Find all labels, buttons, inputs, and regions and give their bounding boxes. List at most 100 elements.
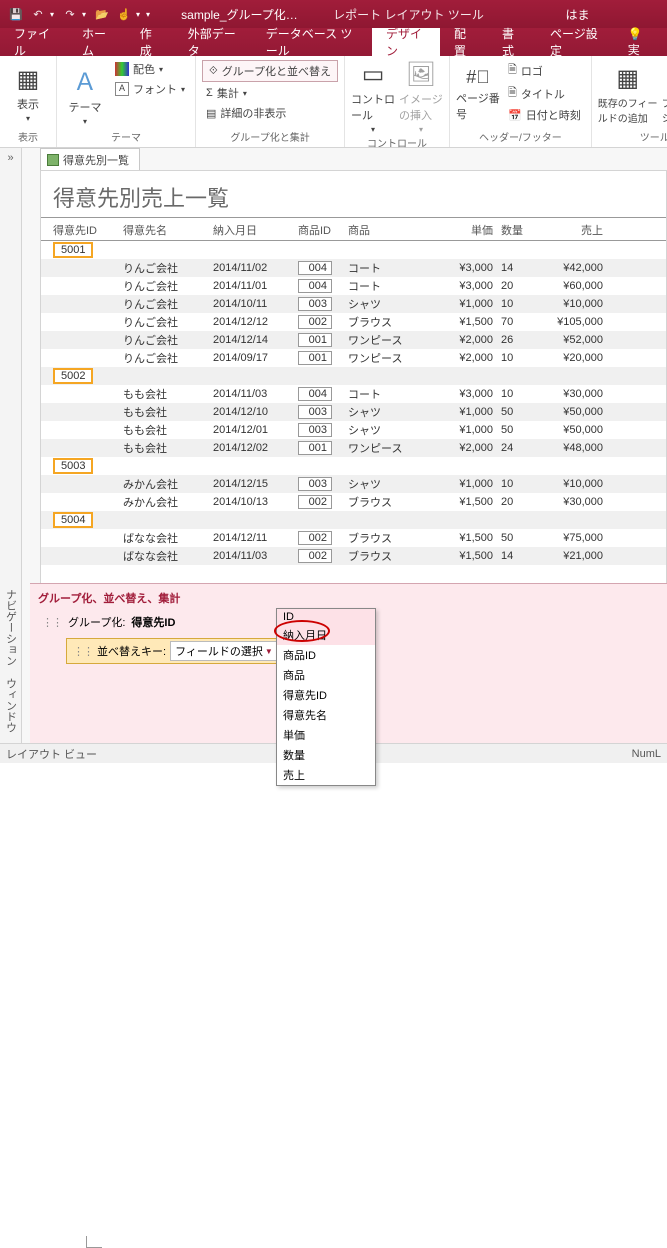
table-row[interactable]: ばなな会社2014/11/03002ブラウス¥1,50014¥21,000 xyxy=(41,547,666,565)
table-row[interactable]: みかん会社2014/12/15003シャツ¥1,00010¥10,000 xyxy=(41,475,666,493)
redo-dd-icon[interactable]: ▾ xyxy=(82,10,90,19)
col-header: 納入月日 xyxy=(213,222,298,238)
table-row[interactable]: りんご会社2014/10/11003シャツ¥1,00010¥10,000 xyxy=(41,295,666,313)
group-themes: Ａテーマ▾ 配色▾ Aフォント▾ テーマ xyxy=(57,56,196,147)
image-icon: 🖼 xyxy=(406,60,436,89)
document-tab[interactable]: 得意先別一覧 xyxy=(40,148,140,171)
table-row[interactable]: りんご会社2014/12/14001ワンピース¥2,00026¥52,000 xyxy=(41,331,666,349)
tab-ページ設定[interactable]: ページ設定 xyxy=(536,28,614,56)
totals-button[interactable]: Σ集計▾ xyxy=(202,84,338,102)
date-time-button[interactable]: 📅日付と時刻 xyxy=(504,106,585,124)
nav-pane-title: ナビゲーション ウィンドウ xyxy=(3,589,19,733)
sort-panel-title: グループ化、並べ替え、集計 xyxy=(34,588,663,608)
tab-書式[interactable]: 書式 xyxy=(488,28,536,56)
colors-icon xyxy=(115,62,129,76)
group-header-row[interactable]: 5004 xyxy=(41,511,666,529)
group-header-footer: #⃣ページ番号 🗎ロゴ 🗎タイトル 📅日付と時刻 ヘッダー/フッター xyxy=(450,56,592,147)
undo-dd-icon[interactable]: ▾ xyxy=(50,10,58,19)
dropdown-option[interactable]: 納入月日 xyxy=(277,625,375,645)
undo-icon[interactable]: ↶ xyxy=(28,4,48,24)
tab-作成[interactable]: 作成 xyxy=(126,28,174,56)
tab-ホーム[interactable]: ホーム xyxy=(68,28,126,56)
group-tools: ▦既存のフィールドの追加 📋プロパティシート ツール xyxy=(592,56,667,147)
controls-icon: ▭ xyxy=(362,60,385,89)
title-icon: 🗎 xyxy=(508,84,517,103)
field-select-dropdown[interactable]: フィールドの選択▼ xyxy=(170,641,278,661)
tell-me-icon[interactable]: 💡 実 xyxy=(614,28,667,56)
column-headers: 得意先ID得意先名納入月日商品ID商品単価数量売上 xyxy=(41,218,666,241)
table-row[interactable]: もも会社2014/12/02001ワンピース¥2,00024¥48,000 xyxy=(41,439,666,457)
tab-データベース ツール[interactable]: データベース ツール xyxy=(252,28,372,56)
ribbon: ▦表示▾ 表示 Ａテーマ▾ 配色▾ Aフォント▾ テーマ ⟐グループ化と並べ替え… xyxy=(0,56,667,148)
group-header-row[interactable]: 5002 xyxy=(41,367,666,385)
qat-customize-icon[interactable]: ▾ xyxy=(146,10,154,19)
table-row[interactable]: りんご会社2014/12/12002ブラウス¥1,50070¥105,000 xyxy=(41,313,666,331)
col-header: 単価 xyxy=(428,222,493,238)
dropdown-option[interactable]: ID xyxy=(277,609,375,625)
save-icon[interactable]: 💾 xyxy=(6,4,26,24)
app-title: はま xyxy=(494,6,661,23)
report-title[interactable]: 得意先別売上一覧 xyxy=(41,171,666,218)
tab-配置[interactable]: 配置 xyxy=(440,28,488,56)
dropdown-option[interactable]: 商品 xyxy=(277,665,375,685)
logo-button[interactable]: 🗎ロゴ xyxy=(504,60,585,81)
group-view: ▦表示▾ 表示 xyxy=(0,56,57,147)
title-button[interactable]: 🗎タイトル xyxy=(504,83,585,104)
page-number-button[interactable]: #⃣ページ番号 xyxy=(456,60,500,128)
qat-dd-icon[interactable]: ▾ xyxy=(136,10,144,19)
colors-button[interactable]: 配色▾ xyxy=(111,60,189,78)
col-header: 得意先ID xyxy=(53,222,123,238)
dropdown-option[interactable]: 数量 xyxy=(277,745,375,765)
touch-icon[interactable]: ☝ xyxy=(114,4,134,24)
page-icon: #⃣ xyxy=(466,67,490,88)
col-header: 商品 xyxy=(348,222,428,238)
add-fields-button[interactable]: ▦既存のフィールドの追加 xyxy=(598,60,658,128)
col-header: 数量 xyxy=(493,222,543,238)
dropdown-option[interactable]: 単価 xyxy=(277,725,375,745)
report-icon xyxy=(47,154,59,166)
col-header: 売上 xyxy=(543,222,603,238)
tab-デザイン[interactable]: デザイン xyxy=(372,28,440,56)
col-header: 商品ID xyxy=(298,222,348,238)
sigma-icon: Σ xyxy=(206,87,213,99)
fields-icon: ▦ xyxy=(616,64,639,93)
dropdown-option[interactable]: 得意先ID xyxy=(277,685,375,705)
table-row[interactable]: ばなな会社2014/12/11002ブラウス¥1,50050¥75,000 xyxy=(41,529,666,547)
theme-icon: Ａ xyxy=(73,62,97,97)
open-icon[interactable]: 📂 xyxy=(92,4,112,24)
table-row[interactable]: りんご会社2014/11/02004コート¥3,00014¥42,000 xyxy=(41,259,666,277)
fonts-button[interactable]: Aフォント▾ xyxy=(111,80,189,98)
dropdown-option[interactable]: 売上 xyxy=(277,765,375,785)
table-row[interactable]: りんご会社2014/09/17001ワンピース¥2,00010¥20,000 xyxy=(41,349,666,367)
redo-icon[interactable]: ↷ xyxy=(60,4,80,24)
table-row[interactable]: りんご会社2014/11/01004コート¥3,00020¥60,000 xyxy=(41,277,666,295)
drag-handle-icon[interactable]: ⋮⋮ xyxy=(73,645,93,658)
group-header-row[interactable]: 5003 xyxy=(41,457,666,475)
table-row[interactable]: もも会社2014/12/10003シャツ¥1,00050¥50,000 xyxy=(41,403,666,421)
property-sheet-button[interactable]: 📋プロパティシート xyxy=(662,60,667,128)
group-sort-button[interactable]: ⟐グループ化と並べ替え xyxy=(202,60,338,82)
nav-expand-icon[interactable]: » xyxy=(3,148,17,168)
navigation-pane[interactable]: » ナビゲーション ウィンドウ xyxy=(0,148,22,743)
view-button[interactable]: ▦表示▾ xyxy=(6,60,50,128)
table-row[interactable]: もも会社2014/11/03004コート¥3,00010¥30,000 xyxy=(41,385,666,403)
controls-button[interactable]: ▭コントロール▾ xyxy=(351,60,395,134)
hide-details-button[interactable]: ▤詳細の非表示 xyxy=(202,104,338,122)
tab-外部データ[interactable]: 外部データ xyxy=(174,28,252,56)
col-header: 得意先名 xyxy=(123,222,213,238)
drag-handle-icon[interactable]: ⋮⋮ xyxy=(42,616,62,629)
tree-line xyxy=(86,1236,102,1248)
dropdown-option[interactable]: 得意先名 xyxy=(277,705,375,725)
ribbon-tabs: ファイルホーム作成外部データデータベース ツールデザイン配置書式ページ設定💡 実 xyxy=(0,28,667,56)
themes-button[interactable]: Ａテーマ▾ xyxy=(63,60,107,128)
group-sort-icon: ⟐ xyxy=(209,65,218,78)
table-row[interactable]: みかん会社2014/10/13002ブラウス¥1,50020¥30,000 xyxy=(41,493,666,511)
group-header-row[interactable]: 5001 xyxy=(41,241,666,259)
date-icon: 📅 xyxy=(508,109,522,122)
group-controls: ▭コントロール▾ 🖼イメージの挿入▾ コントロール xyxy=(345,56,450,147)
dropdown-option[interactable]: 商品ID xyxy=(277,645,375,665)
insert-image-button[interactable]: 🖼イメージの挿入▾ xyxy=(399,60,443,134)
table-row[interactable]: もも会社2014/12/01003シャツ¥1,00050¥50,000 xyxy=(41,421,666,439)
tab-ファイル[interactable]: ファイル xyxy=(0,28,68,56)
field-dropdown-list[interactable]: ID納入月日商品ID商品得意先ID得意先名単価数量売上 xyxy=(276,608,376,786)
